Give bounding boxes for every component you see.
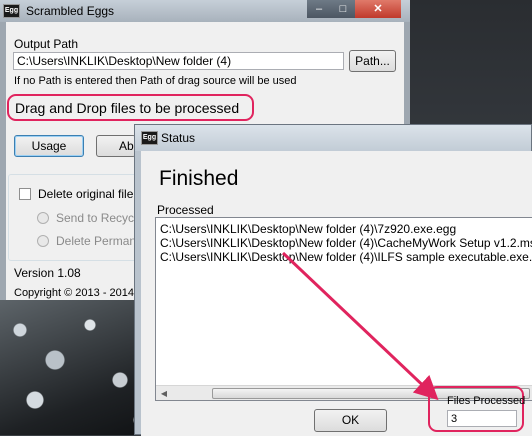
close-button[interactable]: ✕	[355, 0, 401, 18]
version-text: Version 1.08	[14, 266, 81, 280]
maximize-button[interactable]: □	[331, 0, 355, 18]
processed-files-list[interactable]: C:\Users\INKLIK\Desktop\New folder (4)\7…	[155, 217, 532, 401]
send-recycle-radio[interactable]	[37, 212, 49, 224]
app-egg-icon: Egg	[3, 4, 20, 18]
status-window-title: Status	[161, 131, 196, 145]
main-window-title: Scrambled Eggs	[26, 4, 115, 18]
ok-button[interactable]: OK	[314, 409, 387, 432]
output-path-label: Output Path	[14, 37, 79, 51]
output-path-input[interactable]: C:\Users\INKLIK\Desktop\New folder (4)	[13, 52, 344, 70]
status-egg-icon: Egg	[141, 131, 158, 145]
about-button[interactable]: Ab	[96, 135, 136, 157]
copyright-text: Copyright © 2013 - 2014	[14, 287, 135, 299]
list-item: C:\Users\INKLIK\Desktop\New folder (4)\7…	[160, 222, 457, 236]
usage-button[interactable]: Usage	[14, 135, 84, 157]
path-button[interactable]: Path...	[349, 50, 396, 72]
path-hint-text: If no Path is entered then Path of drag …	[14, 75, 297, 87]
finished-heading: Finished	[159, 167, 239, 190]
main-titlebar[interactable]: Egg Scrambled Eggs – □ ✕	[0, 0, 410, 22]
drag-drop-zone-text[interactable]: Drag and Drop files to be processed	[15, 100, 239, 116]
delete-original-checkbox[interactable]	[19, 188, 31, 200]
list-item: C:\Users\INKLIK\Desktop\New folder (4)\I…	[160, 250, 532, 264]
scroll-left-icon[interactable]: ◀	[156, 386, 172, 400]
delete-permanently-label: Delete Permane	[56, 234, 143, 248]
processed-label: Processed	[157, 203, 214, 217]
minimize-button[interactable]: –	[307, 0, 331, 18]
delete-permanently-radio[interactable]	[37, 235, 49, 247]
status-client-area: Finished Processed C:\Users\INKLIK\Deskt…	[141, 151, 532, 436]
files-processed-count: 3	[447, 410, 517, 427]
status-window: Egg Status Finished Processed C:\Users\I…	[134, 124, 532, 436]
files-processed-label: Files Processed	[447, 395, 526, 407]
list-item: C:\Users\INKLIK\Desktop\New folder (4)\C…	[160, 236, 532, 250]
send-recycle-label: Send to Recycle	[56, 211, 144, 225]
status-titlebar[interactable]: Egg Status	[135, 125, 531, 151]
delete-original-label: Delete original file	[38, 187, 134, 201]
